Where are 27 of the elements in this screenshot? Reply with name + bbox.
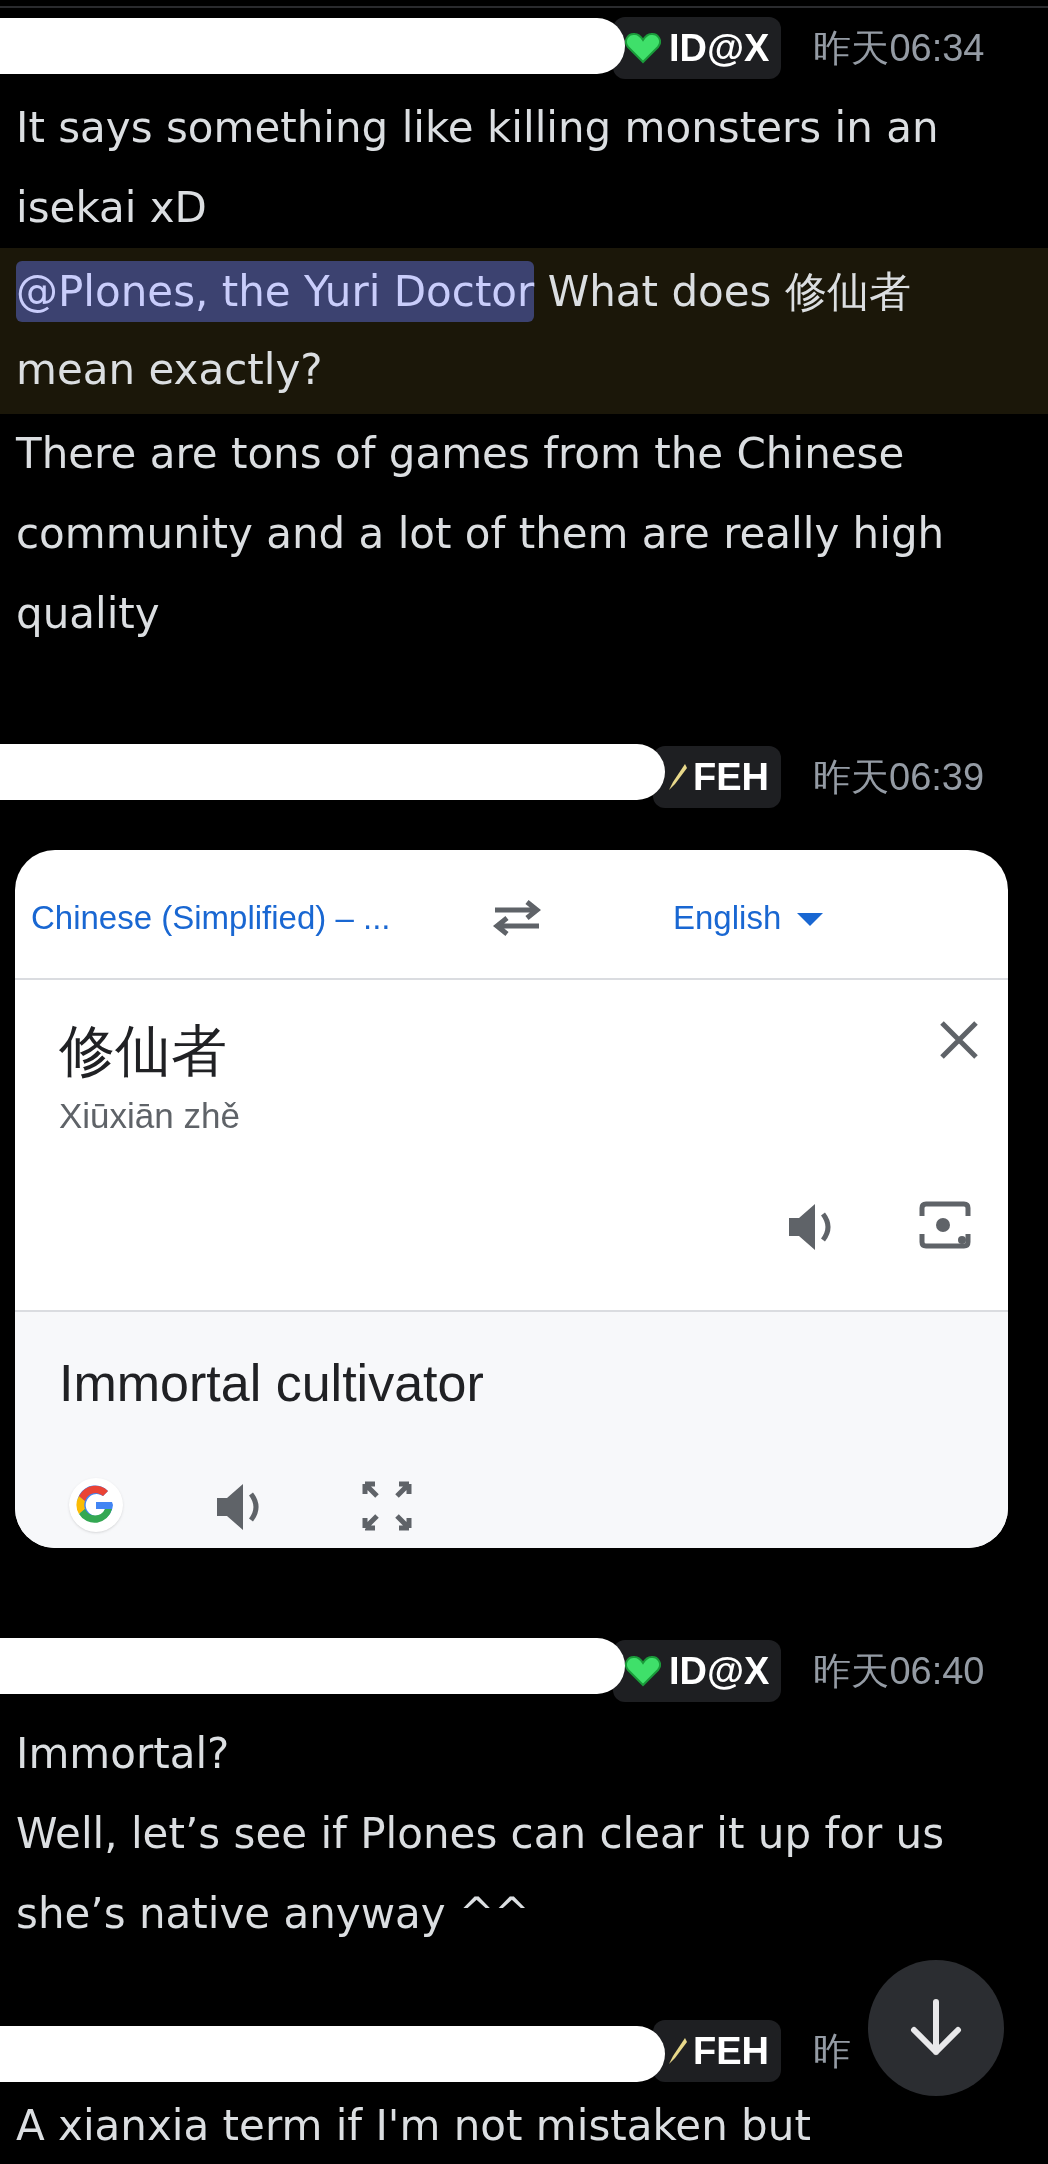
- target-language: English: [673, 898, 782, 939]
- fullscreen-icon[interactable]: [361, 1480, 413, 1532]
- source-language[interactable]: Chinese (Simplified) – ...: [31, 893, 471, 943]
- message-text: Well, let’s see if Plones can clear it up for us she’s native anyway ^^: [15, 1808, 946, 1940]
- target-language-dropdown[interactable]: English: [673, 893, 824, 943]
- message-text: There are tons of games from the Chinese community and a lot of them are really high quality: [15, 428, 946, 640]
- badge-label: FEH: [693, 754, 769, 800]
- message-text: A xianxia term if I'm not mistaken but: [15, 2100, 812, 2152]
- timestamp: 昨天06:40: [813, 1648, 985, 1694]
- timestamp: 昨: [813, 2028, 851, 2074]
- caret-icon: [797, 913, 824, 927]
- timestamp: 昨天06:34: [813, 25, 985, 71]
- badge-label: FEH: [693, 2028, 769, 2074]
- timestamp: 昨天06:39: [813, 754, 985, 800]
- romanization: Xiūxiān zhě: [59, 1095, 240, 1137]
- heart-icon: [625, 1655, 661, 1687]
- swap-icon[interactable]: [491, 898, 543, 938]
- badge-label: ID@X: [669, 1648, 770, 1694]
- message-text: It says something like killing monsters in an isekai xD: [15, 102, 940, 234]
- google-icon[interactable]: [69, 1478, 123, 1532]
- close-icon[interactable]: [939, 1020, 979, 1060]
- arrow-down-icon: [908, 1998, 964, 2058]
- message-text: Immortal?: [15, 1728, 231, 1780]
- badge-label: ID@X: [669, 25, 770, 71]
- source-text: 修仙者: [59, 1018, 227, 1084]
- heart-icon: [625, 32, 661, 64]
- translation-text: Immortal cultivator: [59, 1353, 484, 1414]
